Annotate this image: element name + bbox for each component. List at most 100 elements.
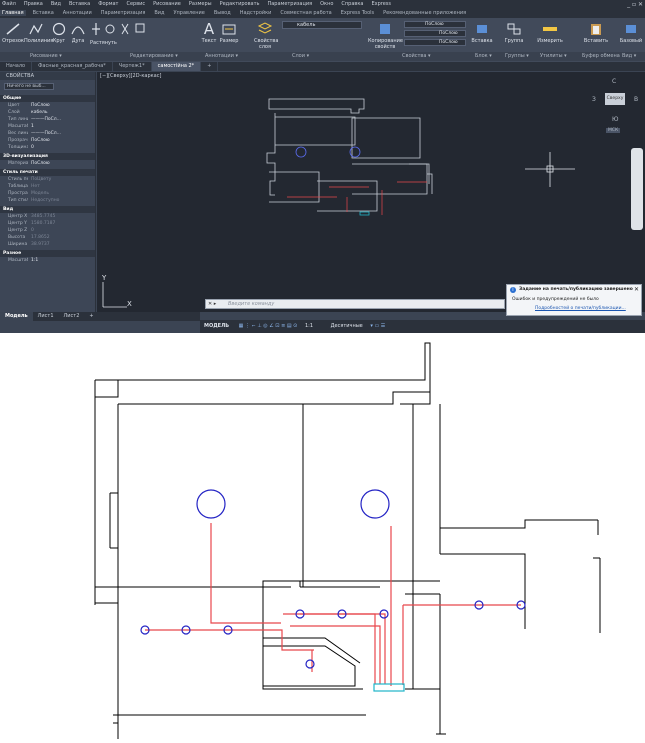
viewport-label[interactable]: [−][Сверху][2D-каркас] [100,73,161,79]
ribbon-panel-title[interactable]: Рисование ▾ [30,52,62,61]
layout-tab[interactable]: Лист2 [59,312,85,321]
measure-tool[interactable]: Измерить [536,22,564,44]
property-row[interactable]: Слой кабель [0,109,95,116]
document-tab[interactable]: самостійна 2* [151,62,202,71]
window-controls[interactable]: _ ▫ ✕ [627,0,643,9]
property-value[interactable]: ПоЦвету [28,176,95,183]
ribbon-tab[interactable]: Express Tools [339,10,376,16]
ribbon-panel-title[interactable]: Слои ▾ [292,52,309,61]
wcs-dropdown[interactable]: МСК [606,128,621,133]
property-value[interactable]: 0 [28,227,95,234]
property-section-header[interactable]: Разное [0,250,95,257]
menu-item[interactable]: Размеры [187,1,212,7]
property-row[interactable]: Тип линий———ПоСл... [0,116,95,123]
menu-item[interactable]: Файл [0,1,16,7]
ribbon-panel-title[interactable]: Буфер обмена [582,52,620,61]
insert-block-tool[interactable]: Вставка [470,22,494,44]
property-value[interactable]: 1:1 [28,257,95,264]
units-display[interactable]: Десятичные [331,323,363,329]
ribbon-tab[interactable]: Надстройки [238,10,274,16]
property-section-header[interactable]: Общие [0,95,95,102]
arc-tool[interactable]: Дуга [69,22,87,44]
menu-item[interactable]: Сервис [124,1,145,7]
property-row[interactable]: Стиль пе...ПоЦвету [0,176,95,183]
property-row[interactable]: Центр Z0 [0,227,95,234]
text-tool[interactable]: A Текст [200,22,218,45]
document-tab[interactable]: + [201,62,219,71]
ribbon-tab[interactable]: Управление [171,10,206,16]
layer-properties-tool[interactable]: Свойства слоя [254,22,278,50]
property-value[interactable]: ПоСлою [28,102,95,109]
viewcube-west[interactable]: З [592,96,596,103]
lineweight-dropdown[interactable]: ПоСлою [404,39,466,46]
property-row[interactable]: Масштаб...1 [0,123,95,130]
property-row[interactable]: Прозрач...ПоСлою [0,137,95,144]
modify-tools-icons[interactable] [92,21,152,39]
property-value[interactable]: ———ПоСл... [28,130,95,137]
document-tab[interactable]: Чертеж1* [113,62,152,71]
menu-item[interactable]: Редактировать [218,1,260,7]
command-close-icon[interactable]: ✕ ▸ [208,300,216,308]
copy-properties-tool[interactable]: Копирование свойств [368,22,403,50]
property-row[interactable]: Центр Y 1580.7187 [0,220,95,227]
navigation-bar[interactable] [631,148,643,230]
property-value[interactable]: 1 [28,123,95,130]
ribbon-tab[interactable]: Рекомендованные приложения [381,10,468,16]
property-value[interactable]: ПоСлою [28,160,95,167]
property-value[interactable]: 3485.7745 [28,213,95,220]
status-menu-icon[interactable]: ▾ ▭ ☰ [370,323,385,329]
property-value[interactable]: Нет [28,183,95,190]
ribbon-panel-title[interactable]: Блок ▾ [475,52,492,61]
menu-item[interactable]: Express [369,1,391,7]
circle-tool[interactable]: Круг [50,22,68,44]
viewcube-face[interactable]: Сверху [605,93,625,105]
property-value[interactable]: Недоступно [28,197,95,204]
ribbon-panel-title[interactable]: Редактирование ▾ [130,52,178,61]
ribbon-panel-title[interactable]: Утилиты ▾ [540,52,567,61]
menu-item[interactable]: Рисование [151,1,181,7]
property-value[interactable]: 38.9737 [28,241,95,248]
property-value[interactable]: ПоСлою [28,137,95,144]
document-tab[interactable]: Фасные_красная_рабоча* [32,62,113,71]
viewcube[interactable]: С Ю З В Сверху МСК [590,78,645,138]
ribbon-tab[interactable]: Вид [152,10,166,16]
ribbon-tab[interactable]: Вставка [31,10,56,16]
menu-item[interactable]: Вставка [67,1,90,7]
annotation-scale[interactable]: 1:1 [305,323,313,329]
property-value[interactable]: 0 [28,144,95,151]
ribbon-panel-title[interactable]: Вид ▾ [622,52,636,61]
menu-item[interactable]: Окно [318,1,333,7]
property-row[interactable]: Цвет ПоСлою [0,102,95,109]
property-row[interactable]: Вес линий———ПоСл... [0,130,95,137]
property-row[interactable]: Высота 17.8652 [0,234,95,241]
model-space-toggle[interactable]: МОДЕЛЬ [204,323,229,329]
color-dropdown[interactable]: ПоСлою [404,21,466,28]
base-view-tool[interactable]: Базовый [618,22,644,44]
menu-item[interactable]: Вид [49,1,61,7]
property-section-header[interactable]: Вид [0,206,95,213]
property-row[interactable]: Ширина 38.9737 [0,241,95,248]
ribbon-panel-title[interactable]: Группы ▾ [505,52,529,61]
command-line[interactable]: ✕ ▸ Введите команду [205,299,505,309]
layout-tab[interactable]: Лист1 [33,312,59,321]
status-toggles-icon[interactable]: ▦ ⋮ ⌐ ⊥ ◎ ∠ ⊡ ≡ ▤ ⊙ [239,323,298,329]
ribbon-panel-title[interactable]: Аннотации ▾ [205,52,238,61]
layout-tab[interactable]: + [84,312,98,321]
layer-dropdown[interactable]: кабель [282,21,362,29]
ribbon-tab[interactable]: Главная [0,10,26,16]
menu-item[interactable]: Правка [22,1,43,7]
viewcube-south[interactable]: Ю [612,116,618,123]
property-row[interactable]: Тип стиля...Недоступно [0,197,95,204]
drawing-canvas[interactable]: Y X [97,72,645,312]
viewcube-north[interactable]: С [612,78,616,85]
ribbon-panel-title[interactable]: Свойства ▾ [402,52,431,61]
group-tool[interactable]: Группа [502,22,526,44]
ribbon-tab[interactable]: Аннотации [61,10,94,16]
ribbon-tab[interactable]: Совместная работа [278,10,333,16]
property-row[interactable]: Таблица...Нет [0,183,95,190]
menu-item[interactable]: Формат [96,1,118,7]
property-value[interactable]: 17.8652 [28,234,95,241]
ribbon-tab[interactable]: Вывод [212,10,233,16]
menu-item[interactable]: Параметризация [265,1,312,7]
property-row[interactable]: МатериалПоСлою [0,160,95,167]
